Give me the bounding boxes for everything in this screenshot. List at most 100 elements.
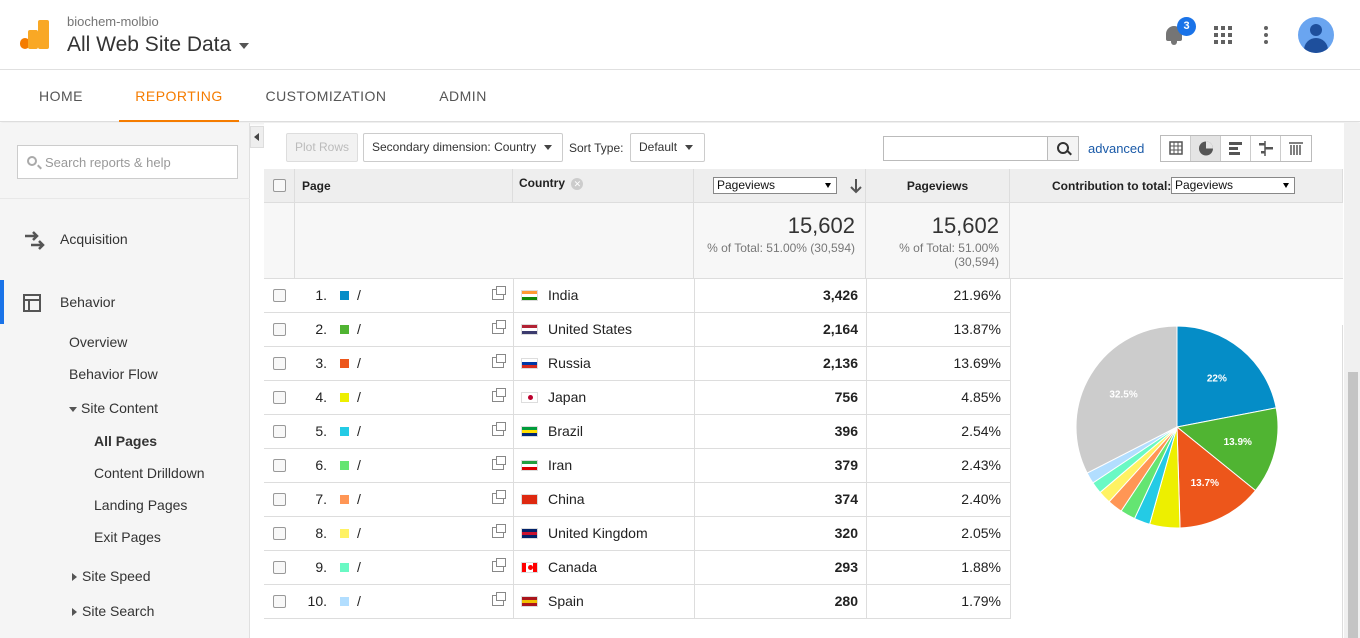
sidebar-item-content-drilldown[interactable]: Content Drilldown [94, 465, 205, 481]
row-pageviews: 2,136 [822, 355, 858, 371]
row-country[interactable]: Canada [548, 551, 597, 585]
pie-view-icon[interactable] [1191, 136, 1221, 161]
row-checkbox[interactable] [273, 425, 286, 438]
totals-empty-cell [295, 203, 694, 279]
open-page-icon[interactable] [492, 456, 506, 470]
collapse-sidebar-button[interactable] [250, 126, 264, 148]
total-pct-line2: (30,594) [954, 255, 999, 269]
open-page-icon[interactable] [492, 286, 506, 300]
search-icon[interactable] [1047, 137, 1078, 160]
select-all-checkbox[interactable] [273, 179, 286, 192]
open-page-icon[interactable] [492, 490, 506, 504]
open-page-icon[interactable] [492, 524, 506, 538]
acquisition-arrows-icon [25, 231, 45, 250]
row-country[interactable]: Japan [548, 381, 586, 415]
property-selector[interactable]: All Web Site Data [67, 33, 250, 57]
advanced-filter-link[interactable]: advanced [1088, 141, 1144, 156]
row-page-link[interactable]: / [357, 415, 361, 449]
apps-grid-icon[interactable] [1214, 26, 1232, 44]
analytics-logo-icon[interactable] [20, 20, 50, 50]
row-checkbox[interactable] [273, 357, 286, 370]
row-country[interactable]: United States [548, 313, 632, 347]
pivot-view-icon[interactable] [1281, 136, 1311, 161]
sidebar-item-all-pages[interactable]: All Pages [94, 433, 157, 449]
open-page-icon[interactable] [492, 592, 506, 606]
secondary-dimension-label: Secondary dimension: Country [372, 140, 537, 154]
tab-reporting[interactable]: REPORTING [119, 70, 239, 122]
row-page-link[interactable]: / [357, 483, 361, 517]
plot-rows-button[interactable]: Plot Rows [286, 133, 359, 162]
open-page-icon[interactable] [492, 320, 506, 334]
row-country[interactable]: Spain [548, 585, 584, 619]
table-row: 9. / Canada 293 1.88% [264, 551, 1010, 585]
sidebar-item-exit-pages[interactable]: Exit Pages [94, 529, 161, 545]
sidebar-item-acquisition[interactable]: Acquisition [0, 231, 250, 253]
sort-desc-arrow-icon[interactable] [850, 178, 862, 194]
account-name[interactable]: biochem-molbio [67, 14, 159, 29]
performance-view-icon[interactable] [1221, 136, 1251, 161]
row-pct: 2.05% [961, 525, 1001, 541]
row-country[interactable]: India [548, 279, 578, 313]
row-pct: 1.79% [961, 593, 1001, 609]
row-page-link[interactable]: / [357, 585, 361, 619]
search-input[interactable] [45, 146, 235, 178]
country-flag-icon [521, 290, 538, 301]
row-checkbox[interactable] [273, 323, 286, 336]
column-separator [866, 279, 867, 619]
col-country[interactable]: Country ✕ [513, 169, 694, 203]
row-pageviews: 3,426 [822, 287, 858, 303]
row-page-link[interactable]: / [357, 381, 361, 415]
contribution-select[interactable]: Pageviews [1171, 177, 1295, 194]
avatar[interactable] [1298, 17, 1334, 53]
secondary-dimension-select[interactable]: Secondary dimension: Country [363, 133, 563, 162]
sidebar-item-behavior[interactable]: Behavior [0, 294, 250, 316]
table-view-icon[interactable] [1161, 136, 1191, 161]
metric-select[interactable]: Pageviews [713, 177, 837, 194]
row-checkbox[interactable] [273, 391, 286, 404]
sidebar-item-site-speed[interactable]: Site Speed [72, 568, 151, 584]
sidebar-search[interactable] [17, 145, 238, 179]
sidebar-item-landing-pages[interactable]: Landing Pages [94, 497, 187, 513]
row-checkbox[interactable] [273, 595, 286, 608]
row-country[interactable]: United Kingdom [548, 517, 648, 551]
row-country[interactable]: Iran [548, 449, 572, 483]
row-country[interactable]: Russia [548, 347, 591, 381]
row-page-link[interactable]: / [357, 313, 361, 347]
open-page-icon[interactable] [492, 422, 506, 436]
tab-admin[interactable]: ADMIN [424, 70, 502, 122]
tab-home[interactable]: HOME [20, 70, 102, 122]
row-checkbox[interactable] [273, 289, 286, 302]
row-checkbox[interactable] [273, 459, 286, 472]
sidebar-item-behavior-flow[interactable]: Behavior Flow [69, 366, 158, 382]
pie-slice-label: 13.9% [1224, 437, 1252, 448]
comparison-view-icon[interactable] [1251, 136, 1281, 161]
row-country[interactable]: China [548, 483, 585, 517]
sidebar-item-label: Site Search [82, 603, 155, 619]
row-checkbox[interactable] [273, 493, 286, 506]
tab-customization[interactable]: CUSTOMIZATION [252, 70, 400, 122]
open-page-icon[interactable] [492, 354, 506, 368]
row-index: 7. [315, 491, 327, 507]
remove-dimension-icon[interactable]: ✕ [571, 177, 584, 190]
sidebar-item-site-content[interactable]: Site Content [69, 400, 158, 416]
sidebar-item-site-search[interactable]: Site Search [72, 603, 154, 619]
sort-type-select[interactable]: Default [630, 133, 705, 162]
col-page[interactable]: Page [295, 169, 513, 203]
open-page-icon[interactable] [492, 558, 506, 572]
row-page-link[interactable]: / [357, 517, 361, 551]
table-filter-input[interactable] [884, 137, 1046, 160]
scrollbar-thumb[interactable] [1348, 372, 1358, 638]
row-country[interactable]: Brazil [548, 415, 583, 449]
row-index: 5. [315, 423, 327, 439]
row-checkbox[interactable] [273, 561, 286, 574]
sidebar-item-overview[interactable]: Overview [69, 334, 127, 350]
row-pct: 13.87% [953, 321, 1001, 337]
col-country-label: Country [519, 176, 565, 190]
row-page-link[interactable]: / [357, 279, 361, 313]
row-checkbox[interactable] [273, 527, 286, 540]
more-vert-icon[interactable] [1264, 26, 1270, 44]
row-page-link[interactable]: / [357, 347, 361, 381]
row-page-link[interactable]: / [357, 551, 361, 585]
row-page-link[interactable]: / [357, 449, 361, 483]
open-page-icon[interactable] [492, 388, 506, 402]
